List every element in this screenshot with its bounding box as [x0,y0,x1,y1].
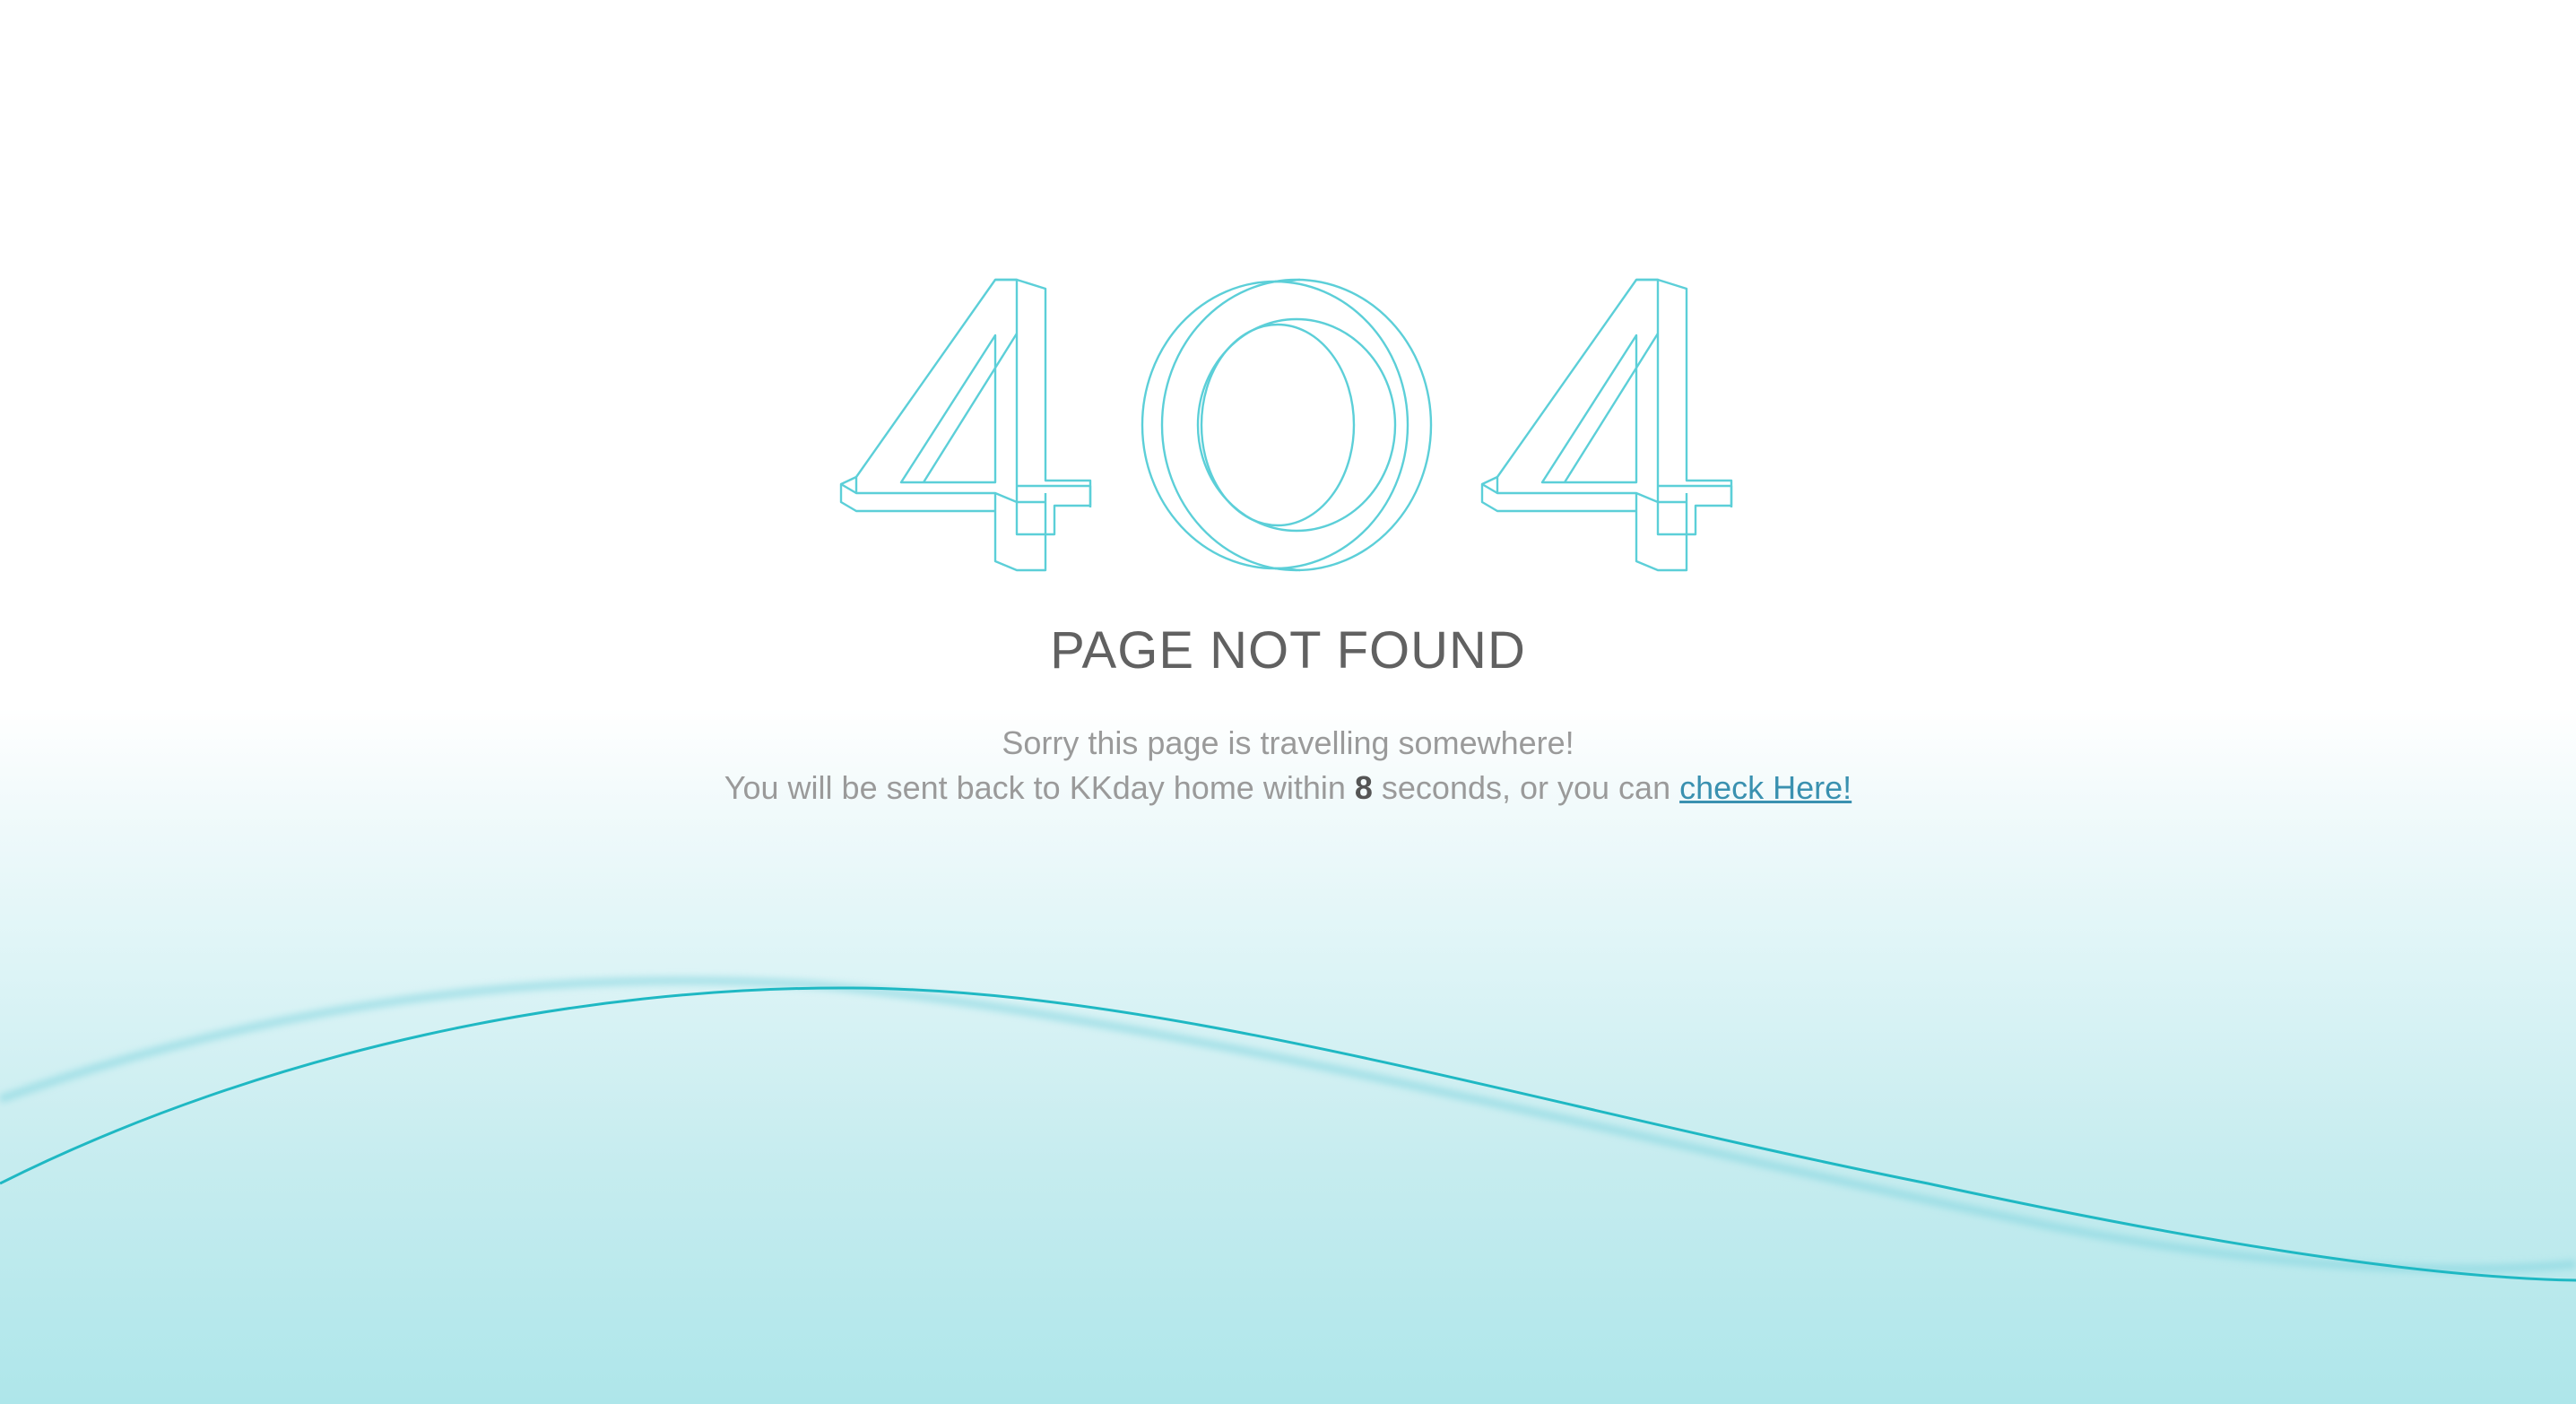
message-line-2: You will be sent back to KKday home with… [0,766,2576,810]
digit-four-right [1480,278,1733,572]
solid-wave [0,986,2576,1282]
blurred-wave [0,976,2576,1273]
message-line-1: Sorry this page is travelling somewhere! [1002,724,1574,761]
digit-zero [1141,278,1433,572]
error-message: Sorry this page is travelling somewhere!… [0,721,2576,810]
digit-four-left [839,278,1092,572]
check-here-link[interactable]: check Here! [1679,769,1852,806]
message-prefix: You will be sent back to KKday home with… [724,769,1355,806]
background-wave-decoration [0,976,2576,1282]
countdown-seconds: 8 [1354,769,1373,806]
message-middle: seconds, or you can [1372,769,1680,806]
page-title: PAGE NOT FOUND [1050,621,1526,680]
404-illustration [839,278,1733,572]
